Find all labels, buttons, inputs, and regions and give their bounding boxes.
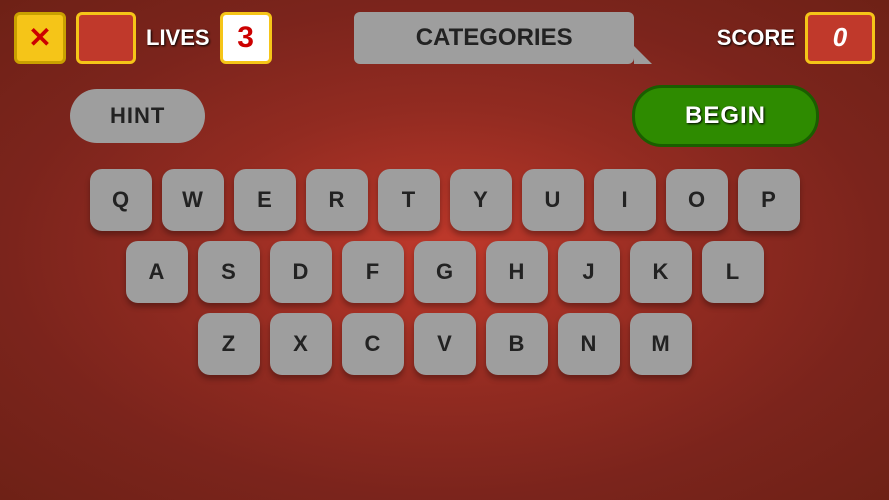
key-p[interactable]: P — [738, 169, 800, 231]
key-z[interactable]: Z — [198, 313, 260, 375]
categories-button[interactable]: CATEGORIES — [354, 12, 634, 64]
key-t[interactable]: T — [378, 169, 440, 231]
key-n[interactable]: N — [558, 313, 620, 375]
key-y[interactable]: Y — [450, 169, 512, 231]
close-icon: ✕ — [28, 21, 51, 54]
key-r[interactable]: R — [306, 169, 368, 231]
header: ✕ LIVES 3 CATEGORIES SCORE 0 — [0, 0, 889, 75]
key-f[interactable]: F — [342, 241, 404, 303]
red-placeholder-box — [76, 12, 136, 64]
key-s[interactable]: S — [198, 241, 260, 303]
score-value: 0 — [805, 12, 875, 64]
key-x[interactable]: X — [270, 313, 332, 375]
key-a[interactable]: A — [126, 241, 188, 303]
key-g[interactable]: G — [414, 241, 476, 303]
key-u[interactable]: U — [522, 169, 584, 231]
key-m[interactable]: M — [630, 313, 692, 375]
categories-label: CATEGORIES — [416, 24, 573, 52]
begin-button[interactable]: BEGIN — [632, 85, 819, 147]
score-label: SCORE — [717, 25, 795, 51]
key-j[interactable]: J — [558, 241, 620, 303]
action-row: HINT BEGIN — [60, 85, 829, 147]
lives-count: 3 — [220, 12, 272, 64]
key-l[interactable]: L — [702, 241, 764, 303]
key-h[interactable]: H — [486, 241, 548, 303]
key-k[interactable]: K — [630, 241, 692, 303]
keyboard: QWERTYUIOP ASDFGHJKL ZXCVBNM — [60, 169, 829, 375]
keyboard-row-3: ZXCVBNM — [198, 313, 692, 375]
keyboard-row-1: QWERTYUIOP — [90, 169, 800, 231]
hint-button[interactable]: HINT — [70, 89, 205, 143]
key-e[interactable]: E — [234, 169, 296, 231]
key-w[interactable]: W — [162, 169, 224, 231]
key-o[interactable]: O — [666, 169, 728, 231]
key-v[interactable]: V — [414, 313, 476, 375]
keyboard-row-2: ASDFGHJKL — [126, 241, 764, 303]
key-c[interactable]: C — [342, 313, 404, 375]
key-b[interactable]: B — [486, 313, 548, 375]
key-i[interactable]: I — [594, 169, 656, 231]
game-area: HINT BEGIN QWERTYUIOP ASDFGHJKL ZXCVBNM — [0, 75, 889, 500]
key-q[interactable]: Q — [90, 169, 152, 231]
lives-label: LIVES — [146, 25, 210, 51]
key-d[interactable]: D — [270, 241, 332, 303]
close-button[interactable]: ✕ — [14, 12, 66, 64]
